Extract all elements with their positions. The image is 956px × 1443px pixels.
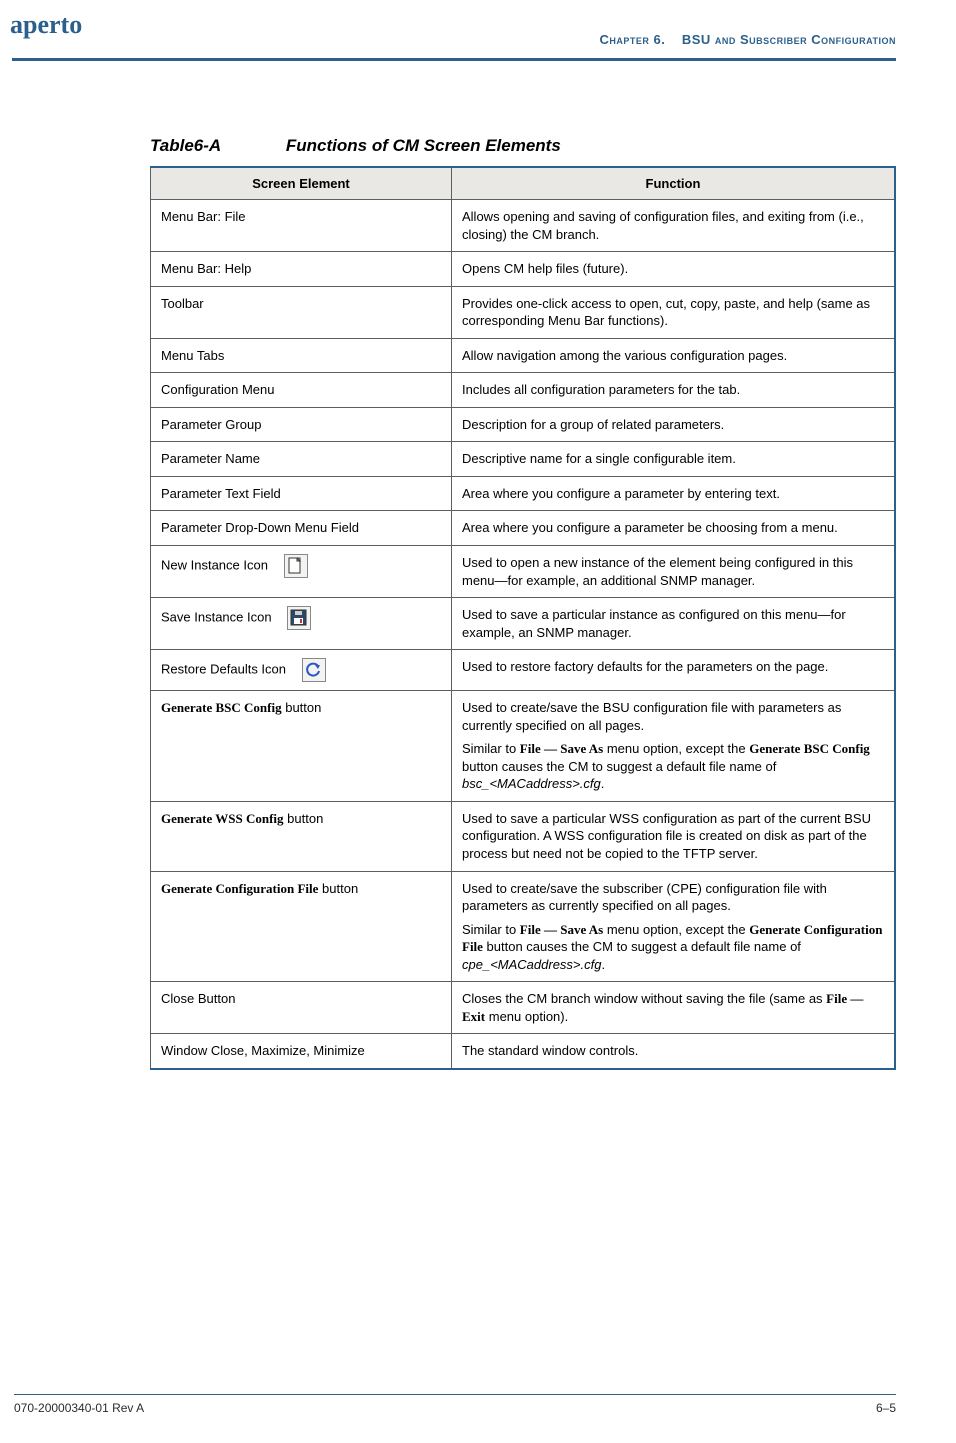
chapter-header: Chapter 6. BSU and Subscriber Configurat… xyxy=(600,32,896,47)
table-row: Parameter Text Field Area where you conf… xyxy=(151,476,896,511)
cell-element: Parameter Text Field xyxy=(151,476,452,511)
table-id: Table6-A xyxy=(150,136,221,155)
cell-function: Provides one-click access to open, cut, … xyxy=(452,286,896,338)
cell-function: Used to create/save the BSU configuratio… xyxy=(452,691,896,802)
cell-function: The standard window controls. xyxy=(452,1034,896,1069)
cell-function: Used to save a particular instance as co… xyxy=(452,598,896,650)
cell-function: Used to create/save the subscriber (CPE)… xyxy=(452,871,896,982)
table-row: Save Instance Icon Used to save a partic… xyxy=(151,598,896,650)
cell-function: Area where you configure a parameter be … xyxy=(452,511,896,546)
cm-elements-table: Screen Element Function Menu Bar: File A… xyxy=(150,166,896,1070)
table-row: Menu Bar: Help Opens CM help files (futu… xyxy=(151,252,896,287)
row-label-suffix: button xyxy=(282,700,322,715)
row-label-bold: Generate BSC Config xyxy=(161,700,282,715)
cell-element: Menu Bar: Help xyxy=(151,252,452,287)
table-header-row: Screen Element Function xyxy=(151,167,896,200)
footer-docid: 070-20000340-01 Rev A xyxy=(14,1401,144,1415)
col-header-function: Function xyxy=(452,167,896,200)
cell-element: New Instance Icon xyxy=(151,546,452,598)
row-label: Save Instance Icon xyxy=(161,610,272,625)
table-row: Close Button Closes the CM branch window… xyxy=(151,982,896,1034)
cell-function: Description for a group of related param… xyxy=(452,407,896,442)
cell-function: Opens CM help files (future). xyxy=(452,252,896,287)
func-text: Used to create/save the subscriber (CPE)… xyxy=(462,881,827,914)
table-row: Toolbar Provides one-click access to ope… xyxy=(151,286,896,338)
cell-element: Parameter Drop-Down Menu Field xyxy=(151,511,452,546)
new-instance-icon xyxy=(284,554,308,578)
cell-element: Parameter Name xyxy=(151,442,452,477)
col-header-element: Screen Element xyxy=(151,167,452,200)
table-row: Parameter Drop-Down Menu Field Area wher… xyxy=(151,511,896,546)
table-row: Generate WSS Config button Used to save … xyxy=(151,801,896,871)
cell-element: Configuration Menu xyxy=(151,373,452,408)
page-header: aperto Chapter 6. BSU and Subscriber Con… xyxy=(60,10,896,66)
table-row: Generate BSC Config button Used to creat… xyxy=(151,691,896,802)
func-para: Similar to File — Save As menu option, e… xyxy=(462,740,884,793)
cell-element: Save Instance Icon xyxy=(151,598,452,650)
chapter-label: Chapter 6. xyxy=(600,32,666,47)
cell-function: Closes the CM branch window without savi… xyxy=(452,982,896,1034)
cell-element: Generate Configuration File button xyxy=(151,871,452,982)
cell-function: Used to open a new instance of the eleme… xyxy=(452,546,896,598)
cell-element: Generate WSS Config button xyxy=(151,801,452,871)
cell-element: Menu Tabs xyxy=(151,338,452,373)
cell-element: Close Button xyxy=(151,982,452,1034)
cell-element: Toolbar xyxy=(151,286,452,338)
cell-function: Area where you configure a parameter by … xyxy=(452,476,896,511)
table-row: Generate Configuration File button Used … xyxy=(151,871,896,982)
table-row: Menu Bar: File Allows opening and saving… xyxy=(151,200,896,252)
logo-main: aperto xyxy=(10,10,82,39)
chapter-title: BSU and Subscriber Configuration xyxy=(682,32,896,47)
row-label-suffix: button xyxy=(318,881,358,896)
cell-function: Used to restore factory defaults for the… xyxy=(452,650,896,691)
row-label: New Instance Icon xyxy=(161,557,268,572)
cell-function: Descriptive name for a single configurab… xyxy=(452,442,896,477)
func-text: Used to create/save the BSU configuratio… xyxy=(462,700,841,733)
row-label-bold: Generate Configuration File xyxy=(161,881,318,896)
table-row: Menu Tabs Allow navigation among the var… xyxy=(151,338,896,373)
cell-element: Window Close, Maximize, Minimize xyxy=(151,1034,452,1069)
row-label-suffix: button xyxy=(284,811,324,826)
table-title: Functions of CM Screen Elements xyxy=(286,136,561,155)
table-row: New Instance Icon Used to open a new ins… xyxy=(151,546,896,598)
page-content: Table6-A Functions of CM Screen Elements… xyxy=(150,136,896,1070)
document-page: aperto Chapter 6. BSU and Subscriber Con… xyxy=(0,0,956,1443)
header-rule xyxy=(12,58,896,61)
cell-element: Generate BSC Config button xyxy=(151,691,452,802)
table-row: Parameter Name Descriptive name for a si… xyxy=(151,442,896,477)
row-label-bold: Generate WSS Config xyxy=(161,811,284,826)
table-row: Window Close, Maximize, Minimize The sta… xyxy=(151,1034,896,1069)
table-row: Restore Defaults Icon Used to restore fa… xyxy=(151,650,896,691)
cell-function: Includes all configuration parameters fo… xyxy=(452,373,896,408)
cell-element: Menu Bar: File xyxy=(151,200,452,252)
restore-defaults-icon xyxy=(302,658,326,682)
cell-function: Allow navigation among the various confi… xyxy=(452,338,896,373)
cell-function: Used to save a particular WSS configurat… xyxy=(452,801,896,871)
cell-element: Restore Defaults Icon xyxy=(151,650,452,691)
cell-function: Allows opening and saving of configurati… xyxy=(452,200,896,252)
func-para: Similar to File — Save As menu option, e… xyxy=(462,921,884,974)
cell-element: Parameter Group xyxy=(151,407,452,442)
table-row: Configuration Menu Includes all configur… xyxy=(151,373,896,408)
page-footer: 070-20000340-01 Rev A 6–5 xyxy=(14,1394,896,1415)
company-logo: aperto xyxy=(10,10,82,40)
table-caption: Table6-A Functions of CM Screen Elements xyxy=(150,136,896,156)
table-row: Parameter Group Description for a group … xyxy=(151,407,896,442)
row-label: Restore Defaults Icon xyxy=(161,662,286,677)
footer-pagenum: 6–5 xyxy=(876,1401,896,1415)
save-instance-icon xyxy=(287,606,311,630)
